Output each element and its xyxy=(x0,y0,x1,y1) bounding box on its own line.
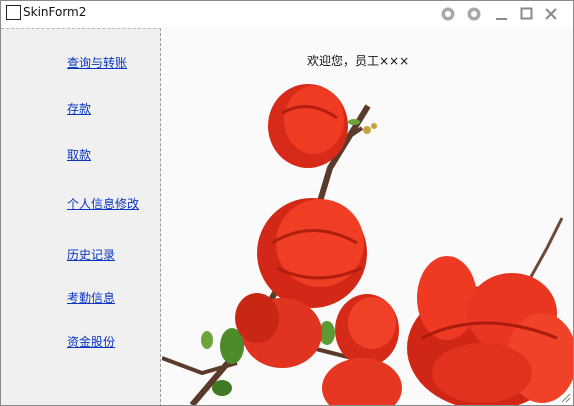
main-content: 欢迎您，员工××× xyxy=(162,28,573,405)
title-bar[interactable]: SkinForm2 xyxy=(1,1,573,27)
sidebar-item-deposit[interactable]: 存款 xyxy=(67,100,91,117)
sidebar-item-query-transfer[interactable]: 查询与转账 xyxy=(67,54,127,71)
sidebar-item-history[interactable]: 历史记录 xyxy=(67,246,115,263)
skin-icon[interactable] xyxy=(466,6,482,22)
maximize-icon[interactable] xyxy=(519,6,535,22)
resize-grip-icon[interactable] xyxy=(561,393,571,403)
close-icon[interactable] xyxy=(543,6,559,22)
sidebar-item-fund-shares[interactable]: 资金股份 xyxy=(67,333,115,350)
app-icon xyxy=(6,5,21,20)
sidebar-item-attendance[interactable]: 考勤信息 xyxy=(67,289,115,306)
sidebar: 查询与转账 存款 取款 个人信息修改 历史记录 考勤信息 资金股份 xyxy=(1,28,161,405)
skin-icon[interactable] xyxy=(440,6,456,22)
sidebar-item-profile-edit[interactable]: 个人信息修改 xyxy=(67,195,139,212)
minimize-icon[interactable] xyxy=(494,6,510,22)
window-title: SkinForm2 xyxy=(23,5,87,19)
app-window: SkinForm2 查询与转账 存款 取款 个人信息修改 历史记录 考勤信息 资… xyxy=(0,0,574,406)
welcome-message: 欢迎您，员工××× xyxy=(307,54,410,68)
sidebar-item-withdraw[interactable]: 取款 xyxy=(67,146,91,163)
flower-background-image xyxy=(162,28,573,405)
